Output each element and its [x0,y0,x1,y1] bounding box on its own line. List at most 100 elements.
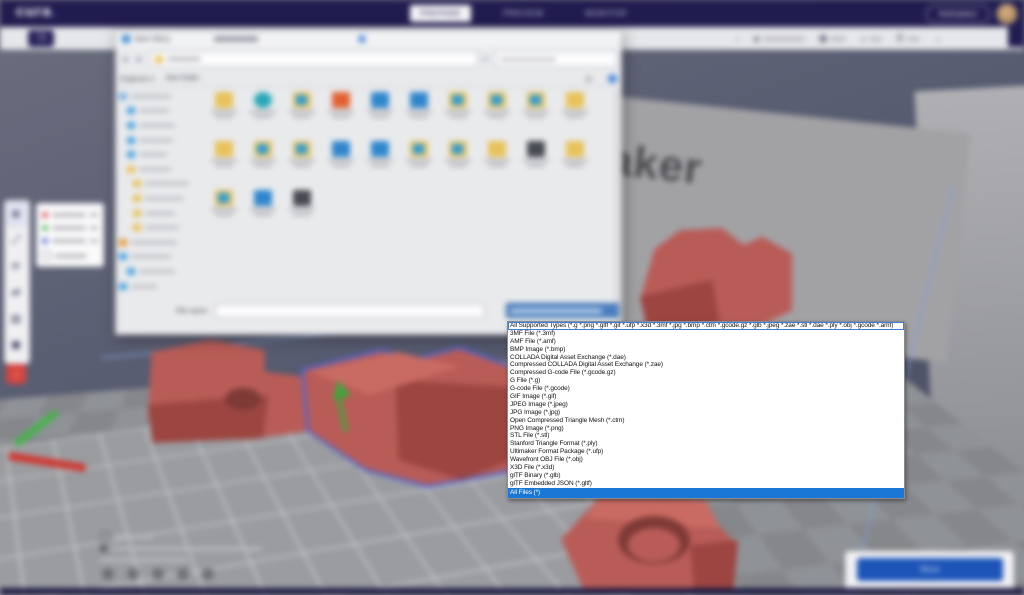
file-name-input[interactable] [215,304,485,318]
file-type-option[interactable]: 3MF File (*.3mf) [508,330,904,338]
rotate-tool-button[interactable]: ⟳ [5,253,27,279]
file-item[interactable] [555,138,594,187]
account-avatar[interactable] [996,3,1018,25]
sidebar-folder-item[interactable] [119,264,199,279]
file-type-option[interactable]: COLLADA Digital Asset Exchange (*.dae) [508,354,904,362]
file-type-option[interactable]: AMF File (*.amf) [508,338,904,346]
move-tool-button[interactable]: ✥ [5,201,27,227]
tab-monitor[interactable]: MONITOR [576,5,637,22]
sidebar-folder-item[interactable] [119,177,199,192]
move-gizmo-arrow[interactable] [329,378,350,399]
scale-tool-button[interactable]: ⤢ [5,227,27,253]
file-item[interactable] [243,138,282,187]
settings-item[interactable]: ◗ [860,34,881,44]
settings-item[interactable]: ▦ [819,33,847,44]
file-type-option[interactable]: X3D File (*.x3d) [508,464,904,472]
file-item[interactable] [204,187,243,236]
file-type-option[interactable]: All Files (*) [508,488,904,498]
file-item[interactable] [360,89,399,138]
marketplace-button[interactable]: Marketplace [926,5,990,23]
sidebar-folder-item[interactable] [119,118,199,133]
sidebar-folder-item[interactable] [119,220,199,235]
view-right-button[interactable] [202,568,214,580]
sidebar-folder-item[interactable] [119,206,199,221]
file-item[interactable] [360,138,399,187]
file-item[interactable] [555,89,594,138]
file-item[interactable] [282,187,321,236]
view-top-button[interactable] [152,568,164,580]
file-item[interactable] [438,89,477,138]
pencil-icon[interactable] [100,545,107,552]
file-item[interactable] [399,89,438,138]
view-front-button[interactable] [127,568,139,580]
organize-button[interactable]: Organize ▾ [120,75,154,83]
file-item[interactable] [399,138,438,187]
file-item[interactable] [204,138,243,187]
file-type-option[interactable]: Compressed COLLADA Digital Asset Exchang… [508,361,904,369]
search-box[interactable] [495,51,617,67]
file-type-option[interactable]: GIF Image (*.gif) [508,393,904,401]
settings-item[interactable]: ⌄ [934,33,942,44]
file-type-option[interactable]: glTF Binary (*.glb) [508,472,904,480]
file-item[interactable] [204,89,243,138]
sidebar-folder-item[interactable] [119,162,199,177]
open-file-button[interactable]: ❐ [28,30,54,47]
sidebar-folder-item[interactable] [119,191,199,206]
dialog-title-bar[interactable]: Open file(s) [116,31,621,47]
file-type-option[interactable]: Open Compressed Triangle Mesh (*.ctm) [508,417,904,425]
record-button[interactable]: ▪ [6,364,26,384]
lock-model-checkbox[interactable] [42,251,51,260]
file-item[interactable] [282,89,321,138]
file-type-option[interactable]: STL File (*.stl) [508,432,904,440]
file-item[interactable] [477,138,516,187]
back-forward-buttons[interactable]: ◄ ► [120,54,146,64]
file-item[interactable] [282,138,321,187]
file-type-option[interactable]: All Supported Types (*.g *.png *.gltf *.… [508,322,904,330]
view-left-button[interactable] [177,568,189,580]
file-type-option[interactable]: G-code File (*.gcode) [508,385,904,393]
view-toggle-icon[interactable]: ▤ [585,75,592,83]
y-axis-input[interactable] [52,226,86,230]
file-item[interactable] [321,89,360,138]
file-type-option[interactable]: JPEG Image (*.jpeg) [508,401,904,409]
refresh-button[interactable]: ⟳ [482,55,491,64]
settings-item[interactable]: ‹ [736,34,739,44]
file-type-option[interactable]: G File (*.g) [508,377,904,385]
mirror-tool-button[interactable]: ⇄ [5,279,27,305]
slice-button[interactable]: Slice [857,558,1003,581]
file-item[interactable] [243,89,282,138]
tab-prepare[interactable]: PREPARE [410,5,471,22]
tab-preview[interactable]: PREVIEW [493,5,553,22]
file-type-option[interactable]: PNG Image (*.png) [508,425,904,433]
file-item[interactable] [438,138,477,187]
file-item[interactable] [243,187,282,236]
x-axis-input[interactable] [52,213,86,217]
file-type-option[interactable]: Ultimaker Format Package (*.ufp) [508,448,904,456]
file-item[interactable] [477,89,516,138]
file-item[interactable] [321,138,360,187]
dialog-scrollbar[interactable] [615,89,619,327]
support-blocker-button[interactable]: ▣ [5,331,27,357]
sidebar-folder-item[interactable] [119,147,199,162]
file-type-combobox[interactable] [506,303,619,318]
print-settings-bar[interactable]: ‹ ⬙ ▦ ◗ ☰ ⌄ [736,30,942,47]
sidebar-folder-item[interactable] [119,104,199,119]
view-3d-button[interactable] [102,568,114,580]
sidebar-folder-item[interactable] [119,279,199,294]
address-bar[interactable] [150,51,478,67]
sidebar-folder-item[interactable] [119,250,199,265]
sidebar-folder-item[interactable] [119,235,199,250]
settings-item[interactable]: ☰ [896,33,920,44]
file-item[interactable] [516,138,555,187]
file-type-option[interactable]: glTF Embedded JSON (*.gltf) [508,480,904,488]
file-type-option[interactable]: JPG Image (*.jpg) [508,409,904,417]
z-axis-input[interactable] [52,239,86,243]
object-list-toggle[interactable] [100,532,153,542]
help-icon[interactable]: ? [608,74,617,83]
settings-item[interactable]: ⬙ [753,33,805,44]
per-model-settings-button[interactable]: ▤ [5,305,27,331]
sidebar-folder-item[interactable] [119,133,199,148]
file-type-option[interactable]: Wavefront OBJ File (*.obj) [508,456,904,464]
file-type-option[interactable]: Compressed G-code File (*.gcode.gz) [508,369,904,377]
new-folder-button[interactable]: New folder [166,75,199,82]
